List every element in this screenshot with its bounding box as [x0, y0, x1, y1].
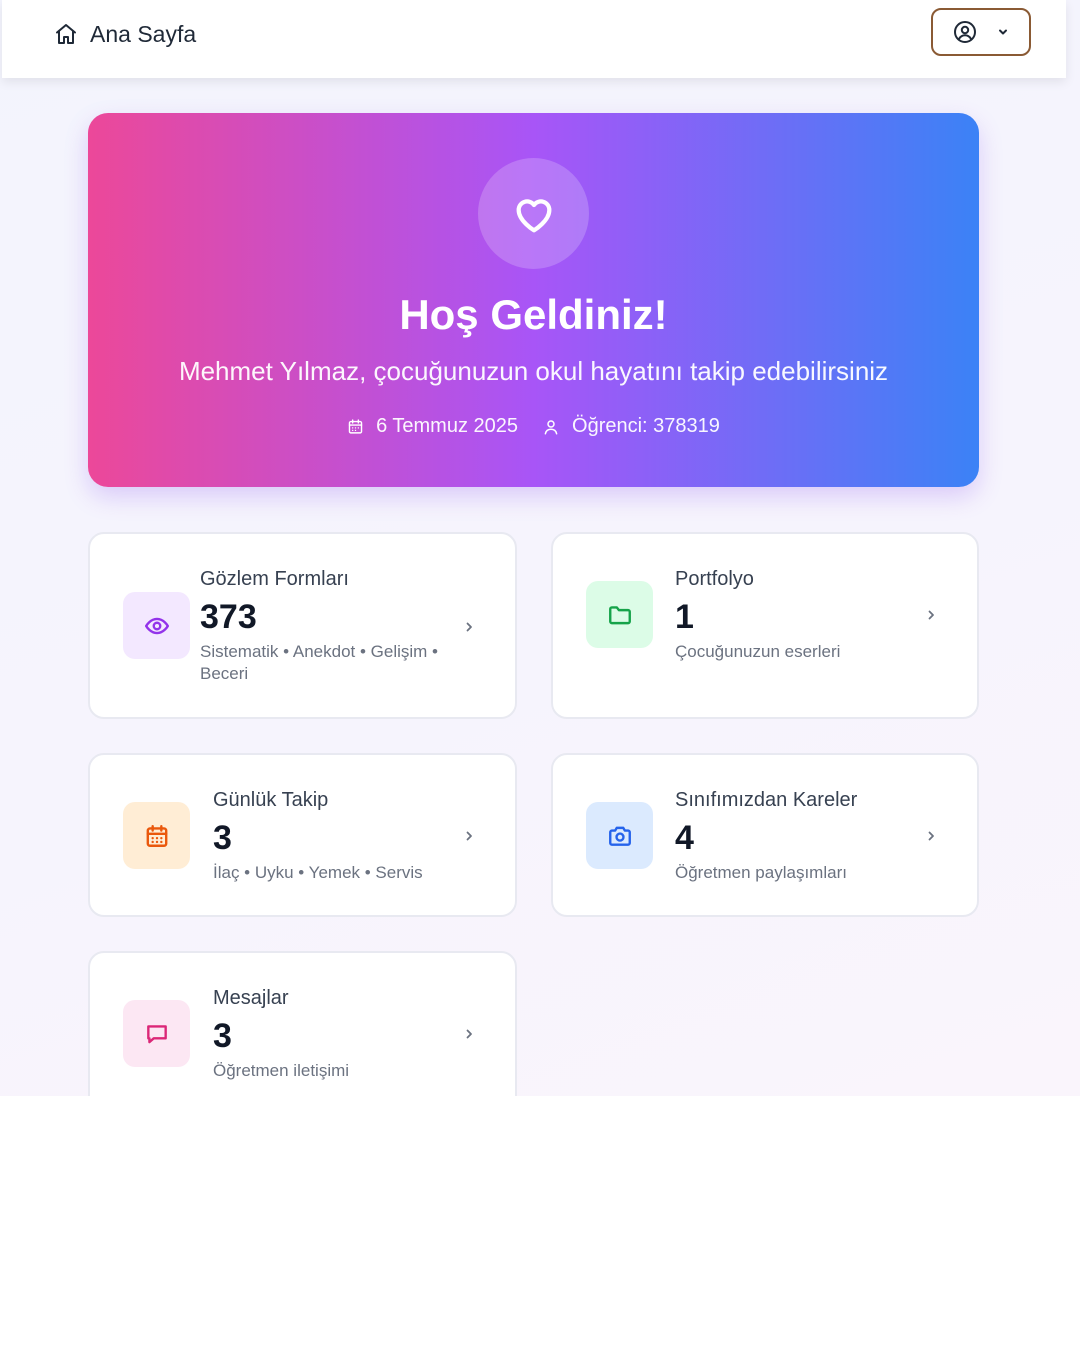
card-title: Günlük Takip: [213, 789, 329, 811]
chevron-right-icon: [928, 831, 934, 841]
welcome-title: Hoş Geldiniz!: [399, 291, 668, 338]
welcome-meta: 6 Temmuz 2025 Öğrenci: 378319: [88, 415, 979, 438]
card-title: Sınıfımızdan Kareler: [675, 789, 858, 811]
card-observation-forms[interactable]: Gözlem Formları 373 Sistematik • Anekdot…: [88, 532, 517, 719]
welcome-banner: Hoş Geldiniz! Mehmet Yılmaz, çocuğunuzun…: [88, 113, 979, 487]
calendar-icon: [348, 419, 363, 434]
card-description: Öğretmen iletişimi: [213, 1061, 350, 1080]
camera-icon: [608, 826, 631, 846]
chevron-right-icon: [466, 831, 472, 841]
card-count: 4: [675, 819, 694, 857]
card-icon-box: [123, 592, 190, 659]
card-class-photos[interactable]: Sınıfımızdan Kareler 4 Öğretmen paylaşım…: [551, 753, 979, 917]
chevron-right-icon: [928, 610, 934, 620]
card-icon-box: [123, 802, 190, 869]
card-portfolio[interactable]: Portfolyo 1 Çocuğunuzun eserleri: [551, 532, 979, 719]
card-count: 3: [213, 819, 232, 857]
heart-icon: [516, 198, 551, 232]
home-icon: [56, 24, 76, 44]
card-title: Gözlem Formları: [200, 568, 349, 590]
card-count: 373: [200, 598, 257, 636]
user-circle-icon: [954, 21, 976, 43]
date-info: 6 Temmuz 2025: [347, 415, 518, 438]
home-label: Ana Sayfa: [90, 20, 197, 47]
card-description: Öğretmen paylaşımları: [675, 863, 847, 882]
card-icon-box: [586, 581, 653, 648]
card-title: Portfolyo: [675, 568, 754, 590]
student-text: Öğrenci: 378319: [572, 415, 720, 437]
date-text: 6 Temmuz 2025: [376, 415, 519, 437]
calendar-icon: [146, 824, 167, 847]
card-title: Mesajlar: [213, 987, 289, 1009]
welcome-subtitle: Mehmet Yılmaz, çocuğunuzun okul hayatını…: [178, 356, 889, 386]
card-icon-box: [123, 1000, 190, 1067]
card-count: 3: [213, 1017, 232, 1055]
user-menu-button[interactable]: [931, 8, 1031, 56]
card-icon-box: [586, 802, 653, 869]
heart-badge: [478, 158, 589, 269]
app-viewport: Ana Sayfa Hoş Geldiniz! Mehmet Yılmaz, ç…: [0, 0, 1080, 1096]
card-description: Çocuğunuzun eserleri: [675, 642, 841, 661]
student-info: Öğrenci: 378319: [542, 415, 720, 438]
folder-icon: [608, 605, 631, 624]
home-link[interactable]: Ana Sayfa: [54, 18, 196, 50]
card-daily-tracking[interactable]: Günlük Takip 3 İlaç • Uyku • Yemek • Ser…: [88, 753, 517, 917]
chevron-right-icon: [466, 1029, 472, 1039]
eye-icon: [144, 617, 169, 634]
message-icon: [146, 1024, 167, 1043]
chevron-down-icon: [999, 29, 1007, 35]
user-icon: [544, 419, 558, 434]
card-messages[interactable]: Mesajlar 3 Öğretmen iletişimi: [88, 951, 517, 1096]
card-description: İlaç • Uyku • Yemek • Servis: [213, 863, 423, 882]
card-description: Sistematik • Anekdot • Gelişim • Beceri: [200, 642, 438, 683]
chevron-right-icon: [466, 622, 472, 632]
top-bar: Ana Sayfa: [2, 0, 1066, 78]
card-count: 1: [675, 598, 694, 636]
